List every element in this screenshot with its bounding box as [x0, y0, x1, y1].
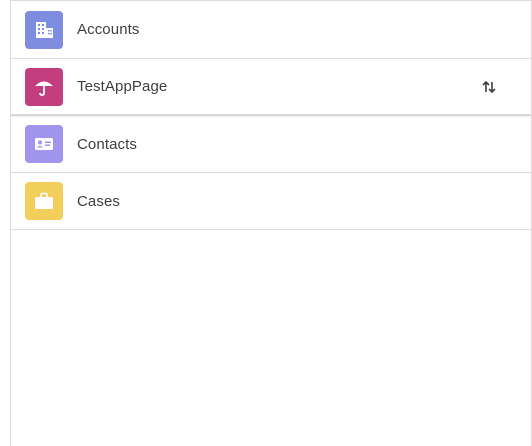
nav-item-contacts[interactable]: Contacts	[11, 116, 531, 173]
contact-card-icon	[25, 125, 63, 163]
nav-item-testapppage[interactable]: TestAppPage	[11, 59, 531, 116]
umbrella-icon	[25, 67, 63, 106]
nav-item-cases[interactable]: Cases	[11, 173, 531, 230]
nav-items-list: Accounts TestAppPage Contacts Cases	[11, 0, 531, 230]
reorder-arrows-icon[interactable]	[481, 79, 497, 95]
nav-items-panel: Accounts TestAppPage Contacts Cases	[10, 0, 532, 446]
nav-item-label: Cases	[77, 192, 121, 210]
nav-item-label: Accounts	[77, 21, 140, 38]
briefcase-icon	[25, 182, 63, 220]
nav-item-accounts[interactable]: Accounts	[11, 0, 531, 59]
nav-item-label: TestAppPage	[77, 78, 168, 95]
accounts-building-icon	[25, 10, 63, 49]
nav-item-label: Contacts	[77, 135, 137, 153]
